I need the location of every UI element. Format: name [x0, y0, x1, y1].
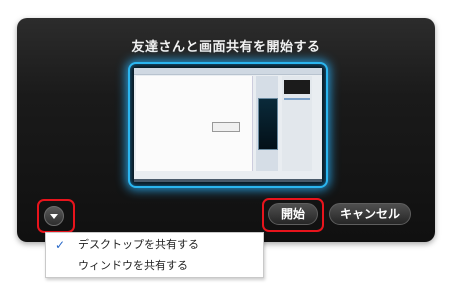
preview-taskbar: [134, 179, 322, 182]
share-options-menu: ✓ デスクトップを共有する ウィンドウを共有する: [45, 232, 264, 278]
preview-small-dialog: [212, 122, 240, 132]
preview-right-bar: [284, 98, 310, 100]
screen-preview: [134, 68, 322, 182]
preview-right-dark-block: [284, 80, 310, 94]
checkmark-icon: ✓: [55, 238, 66, 252]
menu-item-share-window[interactable]: ウィンドウを共有する: [46, 256, 263, 276]
menu-item-label: ウィンドウを共有する: [78, 259, 188, 272]
share-options-button[interactable]: [44, 206, 64, 226]
screen-preview-frame: [128, 62, 328, 188]
dialog-title: 友達さんと画面共有を開始する: [131, 40, 321, 55]
menu-item-label: デスクトップを共有する: [78, 238, 199, 251]
start-button[interactable]: 開始: [268, 203, 318, 225]
cancel-button[interactable]: キャンセル: [329, 203, 411, 225]
menu-item-share-desktop[interactable]: ✓ デスクトップを共有する: [46, 235, 263, 255]
preview-toolbar: [134, 68, 322, 75]
preview-dark-window: [258, 98, 278, 150]
chevron-down-icon: [50, 214, 58, 219]
